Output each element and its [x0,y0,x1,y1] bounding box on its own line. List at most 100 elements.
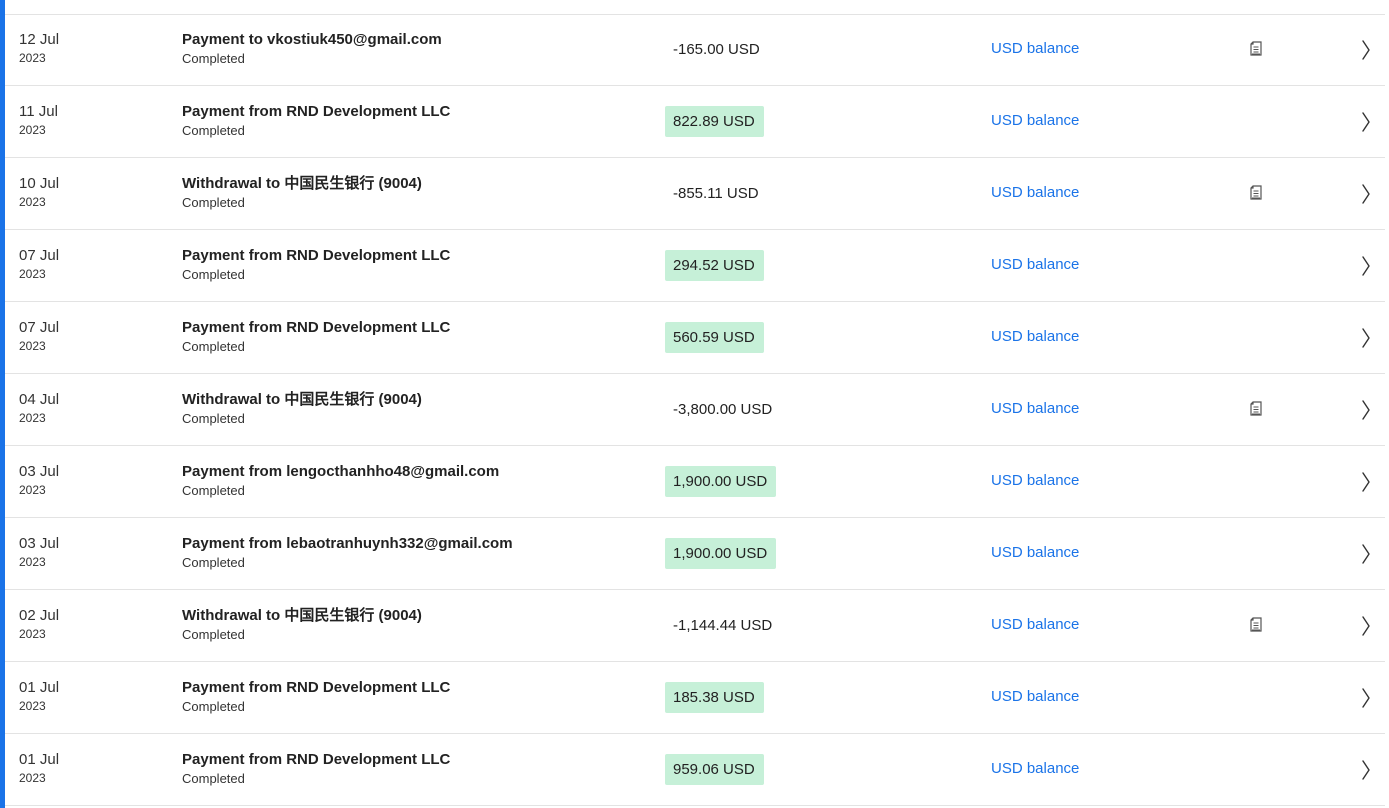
transaction-status: Completed [182,267,245,282]
transaction-status: Completed [182,123,245,138]
chevron-right-icon[interactable] [1360,759,1372,781]
transaction-status: Completed [182,627,245,642]
transaction-year: 2023 [19,483,46,497]
transaction-day: 11 Jul [19,103,58,120]
transaction-amount: 560.59 USD [665,322,764,353]
chevron-right-icon[interactable] [1360,327,1372,349]
transaction-year: 2023 [19,123,46,137]
transaction-title: Payment to vkostiuk450@gmail.com [182,31,442,48]
transaction-date: 01 Jul 2023 [19,679,59,714]
transaction-row[interactable]: 07 Jul 2023 Payment from RND Development… [5,302,1385,374]
transaction-row[interactable]: 01 Jul 2023 Payment from RND Development… [5,662,1385,734]
transaction-title: Payment from RND Development LLC [182,319,451,336]
transaction-year: 2023 [19,195,46,209]
transaction-day: 03 Jul [19,463,60,480]
transaction-row[interactable]: 11 Jul 2023 Payment from RND Development… [5,86,1385,158]
transaction-balance-link[interactable]: USD balance [991,256,1079,274]
transaction-status: Completed [182,51,245,66]
transaction-amount: 1,900.00 USD [665,538,777,569]
chevron-right-icon[interactable] [1360,687,1372,709]
transaction-description: Payment from RND Development LLC Complet… [182,751,450,787]
transaction-title: Withdrawal to 中国民生银行 (9004) [182,607,422,624]
transaction-date: 07 Jul 2023 [19,247,59,282]
transaction-day: 02 Jul [19,607,60,624]
chevron-right-icon[interactable] [1360,471,1372,493]
chevron-right-icon[interactable] [1360,39,1372,61]
transaction-amount: -165.00 USD [673,41,760,58]
transaction-date: 02 Jul 2023 [19,607,59,642]
document-icon[interactable] [1249,185,1263,201]
transaction-day: 01 Jul [19,751,60,768]
document-icon[interactable] [1249,41,1263,57]
document-icon[interactable] [1249,401,1263,417]
transaction-description: Withdrawal to 中国民生银行 (9004) Completed [182,607,422,643]
transaction-balance-link[interactable]: USD balance [991,40,1079,58]
transaction-day: 10 Jul [19,175,60,192]
transaction-year: 2023 [19,771,46,785]
transaction-year: 2023 [19,627,46,641]
transaction-title: Payment from RND Development LLC [182,751,451,768]
transaction-balance-link[interactable]: USD balance [991,112,1079,130]
transaction-title: Withdrawal to 中国民生银行 (9004) [182,391,422,408]
transaction-year: 2023 [19,699,46,713]
transaction-row[interactable]: 03 Jul 2023 Payment from lengocthanhho48… [5,446,1385,518]
chevron-right-icon[interactable] [1360,399,1372,421]
transaction-amount: -855.11 USD [673,185,759,202]
transaction-date: 04 Jul 2023 [19,391,59,426]
transaction-description: Payment from RND Development LLC Complet… [182,247,450,283]
transaction-status: Completed [182,555,245,570]
transaction-day: 03 Jul [19,535,60,552]
transaction-status: Completed [182,411,245,426]
transaction-row[interactable]: 03 Jul 2023 Payment from lebaotranhuynh3… [5,518,1385,590]
transaction-title: Payment from lengocthanhho48@gmail.com [182,463,500,480]
transaction-balance-link[interactable]: USD balance [991,400,1079,418]
chevron-right-icon[interactable] [1360,111,1372,133]
transaction-amount: 294.52 USD [665,250,764,281]
transaction-title: Payment from RND Development LLC [182,103,451,120]
transaction-date: 01 Jul 2023 [19,751,59,786]
transaction-balance-link[interactable]: USD balance [991,616,1079,634]
transaction-balance-link[interactable]: USD balance [991,328,1079,346]
chevron-right-icon[interactable] [1360,183,1372,205]
transaction-row[interactable]: 10 Jul 2023 Withdrawal to 中国民生银行 (9004) … [5,158,1385,230]
transaction-title: Payment from lebaotranhuynh332@gmail.com [182,535,513,552]
transaction-description: Payment to vkostiuk450@gmail.com Complet… [182,31,442,67]
transaction-amount: 822.89 USD [665,106,764,137]
transaction-day: 07 Jul [19,319,60,336]
chevron-right-icon[interactable] [1360,255,1372,277]
transaction-balance-link[interactable]: USD balance [991,760,1079,778]
document-icon[interactable] [1249,617,1263,633]
transaction-status: Completed [182,339,245,354]
transaction-row[interactable]: 04 Jul 2023 Withdrawal to 中国民生银行 (9004) … [5,374,1385,446]
transaction-year: 2023 [19,267,46,281]
transaction-row[interactable]: 02 Jul 2023 Withdrawal to 中国民生银行 (9004) … [5,590,1385,662]
transaction-row[interactable]: 07 Jul 2023 Payment from RND Development… [5,230,1385,302]
transaction-date: 03 Jul 2023 [19,463,59,498]
transaction-title: Withdrawal to 中国民生银行 (9004) [182,175,422,192]
transaction-day: 04 Jul [19,391,60,408]
transaction-row[interactable]: 01 Jul 2023 Payment from RND Development… [5,734,1385,806]
transaction-description: Withdrawal to 中国民生银行 (9004) Completed [182,175,422,211]
transaction-balance-link[interactable]: USD balance [991,472,1079,490]
transaction-balance-link[interactable]: USD balance [991,688,1079,706]
transaction-description: Payment from lengocthanhho48@gmail.com C… [182,463,499,499]
transaction-amount: -3,800.00 USD [673,401,773,418]
transaction-day: 01 Jul [19,679,60,696]
transaction-date: 11 Jul 2023 [19,103,58,138]
transaction-amount: 1,900.00 USD [665,466,777,497]
transaction-day: 07 Jul [19,247,60,264]
chevron-right-icon[interactable] [1360,615,1372,637]
transaction-balance-link[interactable]: USD balance [991,544,1079,562]
transaction-description: Payment from RND Development LLC Complet… [182,319,450,355]
transaction-status: Completed [182,771,245,786]
transaction-balance-link[interactable]: USD balance [991,184,1079,202]
chevron-right-icon[interactable] [1360,543,1372,565]
transaction-status: Completed [182,699,245,714]
transaction-description: Withdrawal to 中国民生银行 (9004) Completed [182,391,422,427]
transaction-year: 2023 [19,339,46,353]
transaction-amount: -1,144.44 USD [673,617,773,634]
transaction-year: 2023 [19,555,46,569]
transaction-status: Completed [182,483,245,498]
transaction-day: 12 Jul [19,31,60,48]
transaction-row[interactable]: 12 Jul 2023 Payment to vkostiuk450@gmail… [5,14,1385,86]
